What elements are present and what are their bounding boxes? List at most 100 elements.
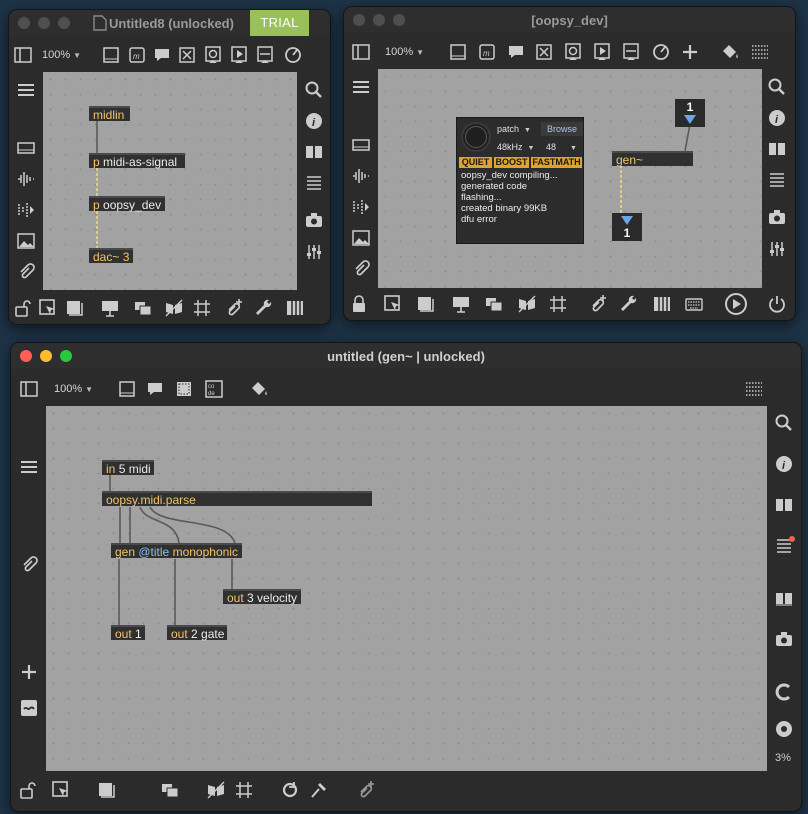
wrench-icon[interactable]	[620, 294, 640, 314]
in-5-midi-object[interactable]: in 5 midi	[102, 460, 154, 476]
param-box-icon[interactable]	[174, 379, 194, 399]
search-icon[interactable]	[767, 77, 787, 97]
list-icon[interactable]	[304, 173, 324, 193]
lock-icon[interactable]	[349, 294, 369, 314]
paperclip-icon[interactable]	[19, 555, 39, 575]
gen-tilde-object[interactable]: gen~	[612, 151, 693, 167]
gen-monophonic-object[interactable]: gen @title monophonic	[111, 543, 242, 559]
gen-patcher-titlebar[interactable]: untitled (gen~ | unlocked)	[11, 343, 801, 369]
lock-icon[interactable]	[18, 780, 38, 800]
wrench-icon[interactable]	[255, 298, 275, 318]
out-3-velocity-object[interactable]: out 3 velocity	[223, 589, 301, 605]
audio-wave-icon[interactable]	[16, 169, 36, 189]
info-icon[interactable]: i	[767, 108, 787, 128]
slider-icon[interactable]	[621, 41, 641, 61]
new-view-icon[interactable]	[160, 780, 180, 800]
window-icon[interactable]	[96, 780, 116, 800]
image-icon[interactable]	[351, 228, 371, 248]
snapshot-icon[interactable]	[767, 207, 787, 227]
search-icon[interactable]	[304, 80, 324, 100]
presentation-icon[interactable]	[101, 45, 121, 65]
add-attachment-icon[interactable]	[356, 780, 376, 800]
inlet-number[interactable]: 1	[675, 99, 705, 127]
cursor-icon[interactable]	[38, 298, 58, 318]
cursor-icon[interactable]	[51, 780, 71, 800]
new-view-icon[interactable]	[133, 298, 153, 318]
dial-icon[interactable]	[651, 42, 671, 62]
hide-icon[interactable]	[164, 298, 184, 318]
paint-bucket-icon[interactable]	[720, 42, 740, 62]
snapshot-icon[interactable]	[774, 629, 794, 649]
paint-bucket-icon[interactable]	[249, 379, 269, 399]
dac-object[interactable]: dac~ 3	[89, 248, 133, 264]
browse-button[interactable]: Browse	[541, 122, 583, 136]
window-icon[interactable]	[415, 294, 435, 314]
tilde-icon[interactable]	[19, 698, 39, 718]
samplerate-select[interactable]: 48kHz ▼	[497, 142, 534, 152]
bpatcher-icon[interactable]: m	[477, 42, 497, 62]
toggle-icon[interactable]	[177, 45, 197, 65]
refresh-icon[interactable]	[280, 780, 300, 800]
button-icon[interactable]	[203, 44, 223, 64]
midi-as-signal-subpatcher[interactable]: p midi-as-signal	[89, 153, 185, 169]
codebox-icon[interactable]: co de	[204, 379, 224, 399]
blocksize-select[interactable]: 48 ▼	[546, 142, 577, 152]
info-icon[interactable]: i	[774, 454, 794, 474]
book-icon[interactable]	[774, 495, 794, 515]
close-button[interactable]	[18, 17, 30, 29]
mixer-icon[interactable]	[304, 242, 324, 262]
snapshot-icon[interactable]	[304, 210, 324, 230]
slider-icon[interactable]	[255, 44, 275, 64]
comment-icon[interactable]	[145, 379, 165, 399]
add-attachment-icon[interactable]	[588, 294, 608, 314]
hide-icon[interactable]	[517, 294, 537, 314]
reference-icon[interactable]	[774, 588, 794, 608]
signal-step-icon[interactable]	[16, 200, 36, 220]
zoom-select[interactable]: 100% ▼	[54, 383, 93, 395]
presentation-sidebar-icon[interactable]	[16, 138, 36, 158]
hide-icon[interactable]	[206, 780, 226, 800]
audio-on-icon[interactable]	[724, 292, 748, 316]
add-attachment-icon[interactable]	[224, 298, 244, 318]
grid-icon[interactable]	[234, 780, 254, 800]
signal-step-icon[interactable]	[351, 197, 371, 217]
patcher-canvas[interactable]: patch ▼ Browse 48kHz ▼ 48 ▼ QUIET BOOST FAS…	[378, 69, 762, 289]
out-1-object[interactable]: out 1	[111, 625, 145, 641]
outlet-number[interactable]: 1	[612, 213, 642, 241]
grid-dots-icon[interactable]	[750, 42, 770, 62]
sidebar-icon[interactable]	[351, 42, 371, 62]
menu-icon[interactable]	[16, 80, 36, 100]
oopsy-midi-parse-object[interactable]: oopsy.midi.parse	[102, 491, 372, 507]
presentation-mode-icon[interactable]	[100, 298, 120, 318]
paperclip-icon[interactable]	[16, 262, 36, 282]
comment-icon[interactable]	[506, 42, 526, 62]
presentation-icon[interactable]	[448, 42, 468, 62]
presentation-sidebar-icon[interactable]	[351, 135, 371, 155]
search-icon[interactable]	[774, 413, 794, 433]
oopsy-logo-dial[interactable]	[461, 122, 491, 152]
compile-icon[interactable]	[774, 682, 794, 702]
menu-icon[interactable]	[351, 77, 371, 97]
list-icon[interactable]	[767, 170, 787, 190]
midlin-object[interactable]: midlin	[89, 106, 130, 122]
keyboard-icon[interactable]	[684, 294, 704, 314]
keyboard-icon[interactable]	[285, 298, 305, 318]
bpatcher-icon[interactable]: m	[127, 45, 147, 65]
oopsy-dev-titlebar[interactable]: [oopsy_dev]	[344, 7, 795, 33]
grid-icon[interactable]	[192, 298, 212, 318]
paperclip-icon[interactable]	[351, 259, 371, 279]
play-icon[interactable]	[592, 41, 612, 61]
hammer-icon[interactable]	[309, 780, 329, 800]
play-icon[interactable]	[229, 44, 249, 64]
mixer-icon[interactable]	[767, 239, 787, 259]
record-icon[interactable]	[774, 719, 794, 739]
untitled8-titlebar[interactable]: Untitled8 (unlocked) TRIAL	[9, 10, 330, 36]
plus-icon[interactable]	[680, 42, 700, 62]
boost-toggle[interactable]: BOOST	[494, 157, 529, 168]
presentation-icon[interactable]	[117, 379, 137, 399]
minimize-button[interactable]	[38, 17, 50, 29]
oopsy-dev-subpatcher[interactable]: p oopsy_dev	[89, 196, 165, 212]
comment-icon[interactable]	[152, 45, 172, 65]
new-view-icon[interactable]	[484, 294, 504, 314]
zoom-select[interactable]: 100% ▼	[385, 46, 424, 58]
